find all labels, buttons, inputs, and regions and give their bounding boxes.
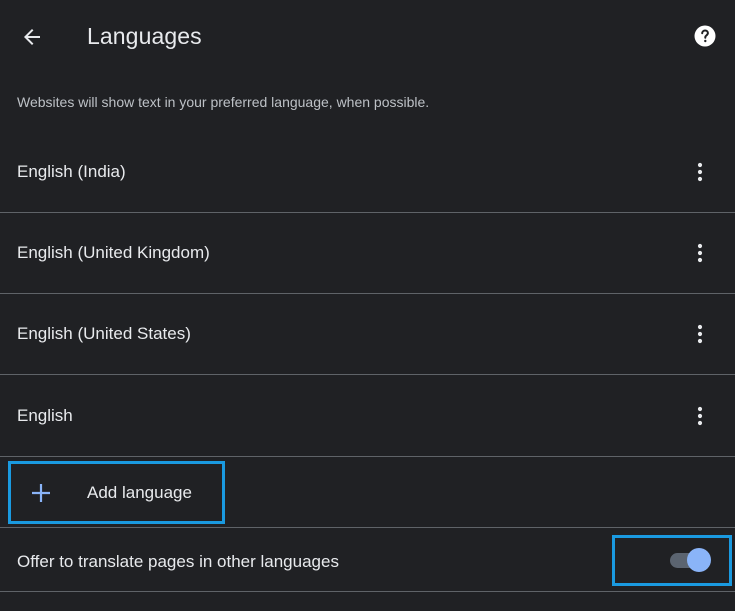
add-language-row: Add language [0,457,735,528]
page-description: Websites will show text in your preferre… [17,94,430,110]
more-vert-icon [697,406,703,426]
language-menu-button[interactable] [680,152,720,192]
page-title: Languages [87,23,202,49]
add-language-label: Add language [87,483,192,502]
more-vert-icon [697,243,703,263]
more-vert-icon [697,324,703,344]
back-button[interactable] [12,17,52,57]
top-app-bar: Languages [0,0,735,74]
toggle-thumb [687,548,711,572]
language-menu-button[interactable] [680,396,720,436]
translate-setting-label: Offer to translate pages in other langua… [17,552,339,571]
language-label: English (India) [17,162,126,181]
language-row: English (United States) [0,294,735,375]
language-menu-button[interactable] [680,233,720,273]
translate-toggle[interactable] [668,547,714,573]
plus-icon [32,484,50,502]
help-circle-icon [694,25,716,47]
language-row: English (United Kingdom) [0,213,735,294]
add-language-button[interactable]: Add language [11,464,222,521]
language-label: English (United Kingdom) [17,243,210,262]
languages-settings-page: Languages Websites will show text in you… [0,0,735,611]
language-label: English (United States) [17,324,191,343]
arrow-left-icon [24,29,40,45]
language-row: English [0,376,735,457]
help-button[interactable] [686,17,724,55]
language-menu-button[interactable] [680,314,720,354]
translate-setting-row: Offer to translate pages in other langua… [0,528,735,592]
language-row: English (India) [0,132,735,213]
language-label: English [17,406,73,425]
more-vert-icon [697,162,703,182]
